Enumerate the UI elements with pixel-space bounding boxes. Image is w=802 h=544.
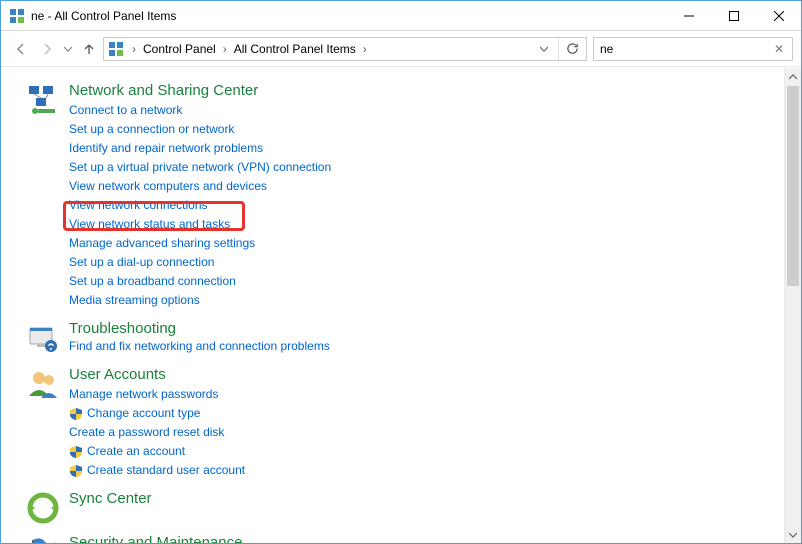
chevron-right-icon[interactable]: › xyxy=(219,38,231,60)
search-input[interactable] xyxy=(600,42,772,56)
link-change-account-type[interactable]: Change account type xyxy=(87,404,200,423)
link-view-status-tasks[interactable]: View network status and tasks xyxy=(69,215,230,234)
address-dropdown-button[interactable] xyxy=(530,38,558,60)
forward-button[interactable] xyxy=(35,37,59,61)
navbar: › Control Panel › All Control Panel Item… xyxy=(1,31,801,67)
scroll-down-button[interactable] xyxy=(785,526,801,543)
back-button[interactable] xyxy=(9,37,33,61)
breadcrumb-control-panel[interactable]: Control Panel xyxy=(140,38,219,60)
category-title-user-accounts[interactable]: User Accounts xyxy=(69,366,245,383)
control-panel-app-icon xyxy=(9,8,25,24)
category-user-accounts: User Accounts Manage network passwords C… xyxy=(27,366,784,480)
link-manage-sharing[interactable]: Manage advanced sharing settings xyxy=(69,234,255,253)
troubleshooting-icon xyxy=(27,322,59,354)
link-find-fix-networking[interactable]: Find and fix networking and connection p… xyxy=(69,337,330,356)
refresh-button[interactable] xyxy=(558,38,586,60)
link-view-computers[interactable]: View network computers and devices xyxy=(69,177,267,196)
minimize-button[interactable] xyxy=(666,1,711,30)
window-title: ne - All Control Panel Items xyxy=(31,9,176,23)
breadcrumb-all-items[interactable]: All Control Panel Items xyxy=(231,38,359,60)
address-bar[interactable]: › Control Panel › All Control Panel Item… xyxy=(103,37,587,61)
link-create-standard-account[interactable]: Create standard user account xyxy=(87,461,245,480)
results-panel: Network and Sharing Center Connect to a … xyxy=(1,68,784,543)
titlebar: ne - All Control Panel Items xyxy=(1,1,801,31)
recent-locations-button[interactable] xyxy=(61,37,75,61)
chevron-right-icon[interactable]: › xyxy=(359,38,371,60)
link-manage-passwords[interactable]: Manage network passwords xyxy=(69,385,218,404)
link-password-reset-disk[interactable]: Create a password reset disk xyxy=(69,423,224,442)
maximize-button[interactable] xyxy=(711,1,756,30)
category-troubleshooting: Troubleshooting Find and fix networking … xyxy=(27,320,784,356)
clear-search-button[interactable]: ✕ xyxy=(772,42,786,56)
sync-center-icon xyxy=(27,492,59,524)
category-security: Security and Maintenance Review your com… xyxy=(27,534,784,543)
link-setup-vpn[interactable]: Set up a virtual private network (VPN) c… xyxy=(69,158,331,177)
category-title-security[interactable]: Security and Maintenance xyxy=(69,534,335,543)
link-setup-dialup[interactable]: Set up a dial-up connection xyxy=(69,253,214,272)
search-box[interactable]: ✕ xyxy=(593,37,793,61)
scrollbar-thumb[interactable] xyxy=(787,86,799,286)
close-button[interactable] xyxy=(756,1,801,30)
link-connect-network[interactable]: Connect to a network xyxy=(69,101,182,120)
link-setup-connection[interactable]: Set up a connection or network xyxy=(69,120,234,139)
link-view-connections[interactable]: View network connections xyxy=(69,196,208,215)
control-panel-icon xyxy=(108,41,124,57)
user-accounts-icon xyxy=(27,368,59,400)
category-sync-center: Sync Center xyxy=(27,490,784,524)
scroll-up-button[interactable] xyxy=(785,68,801,85)
network-icon xyxy=(27,84,59,116)
category-network: Network and Sharing Center Connect to a … xyxy=(27,82,784,310)
uac-shield-icon xyxy=(69,464,83,478)
uac-shield-icon xyxy=(69,407,83,421)
uac-shield-icon xyxy=(69,445,83,459)
link-setup-broadband[interactable]: Set up a broadband connection xyxy=(69,272,236,291)
link-create-account[interactable]: Create an account xyxy=(87,442,185,461)
up-button[interactable] xyxy=(77,37,101,61)
category-title-network[interactable]: Network and Sharing Center xyxy=(69,82,331,99)
category-title-troubleshooting[interactable]: Troubleshooting xyxy=(69,320,330,337)
link-identify-repair[interactable]: Identify and repair network problems xyxy=(69,139,263,158)
security-flag-icon xyxy=(27,536,59,543)
category-title-sync-center[interactable]: Sync Center xyxy=(69,490,152,507)
chevron-right-icon[interactable]: › xyxy=(128,38,140,60)
vertical-scrollbar[interactable] xyxy=(784,68,801,543)
link-media-streaming[interactable]: Media streaming options xyxy=(69,291,200,310)
